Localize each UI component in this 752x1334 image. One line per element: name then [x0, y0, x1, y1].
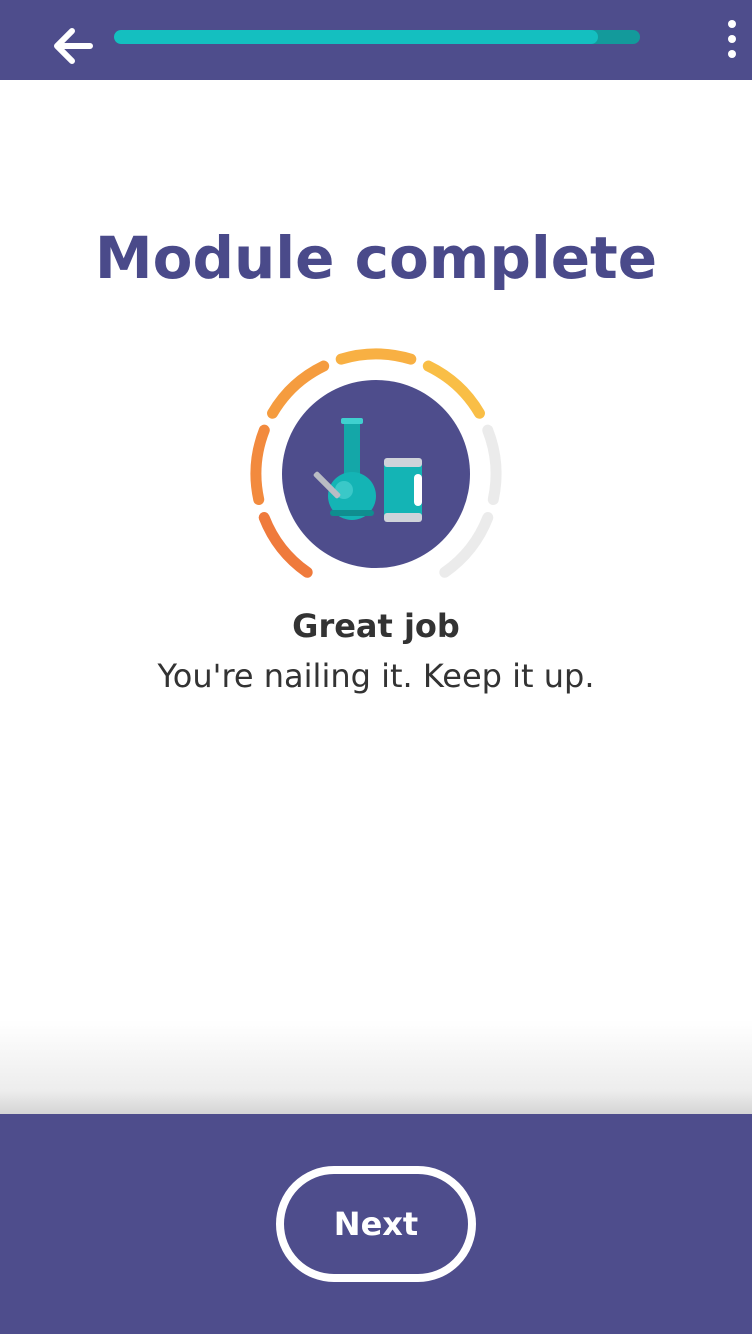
bottom-shadow	[0, 1020, 752, 1114]
next-button[interactable]: Next	[276, 1166, 476, 1282]
back-arrow-icon	[54, 28, 93, 64]
module-badge	[244, 344, 508, 608]
page-title: Module complete	[94, 224, 658, 292]
back-button[interactable]	[44, 22, 100, 70]
top-bar	[0, 0, 752, 80]
ring-segment-filled	[335, 348, 417, 365]
more-vert-icon	[728, 20, 736, 28]
badge-graphic	[250, 348, 502, 578]
more-vert-icon-dot	[728, 50, 736, 58]
module-progress-bar	[114, 30, 640, 44]
badge-circle	[282, 380, 470, 568]
ring-segment-empty	[482, 424, 502, 506]
can-icon	[384, 458, 422, 522]
encouragement-message: You're nailing it. Keep it up.	[157, 657, 595, 695]
app-screen: Module complete Great job You're nailing…	[0, 0, 752, 1334]
headline: Great job	[292, 607, 460, 645]
more-vert-icon-dot	[728, 35, 736, 43]
more-options-button[interactable]	[712, 14, 752, 64]
ring-segment-filled	[250, 424, 270, 506]
module-progress-fill	[114, 30, 598, 44]
